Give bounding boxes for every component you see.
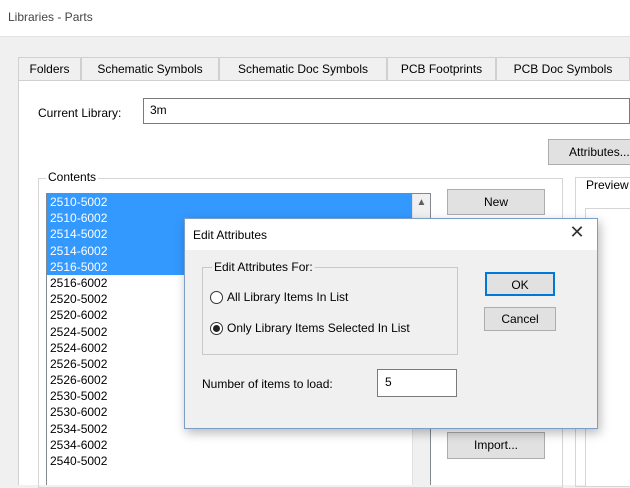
ok-button[interactable]: OK — [485, 272, 555, 296]
tab-schematic-doc-symbols[interactable]: Schematic Doc Symbols — [219, 57, 387, 81]
current-library-field[interactable]: 3m — [143, 98, 630, 124]
window-title: Libraries - Parts — [8, 10, 93, 24]
radio-all-items-label: All Library Items In List — [227, 290, 349, 304]
tab-schematic-symbols[interactable]: Schematic Symbols — [81, 57, 219, 81]
tab-pcb-footprints[interactable]: PCB Footprints — [387, 57, 496, 81]
radio-checked-icon[interactable] — [210, 322, 223, 335]
edit-attributes-for-group — [202, 267, 458, 355]
cancel-button[interactable]: Cancel — [484, 307, 556, 331]
close-icon[interactable]: ✕ — [567, 222, 587, 243]
items-to-load-label: Number of items to load: — [202, 377, 333, 391]
tab-pcb-doc-symbols[interactable]: PCB Doc Symbols — [496, 57, 630, 81]
radio-unchecked-icon[interactable] — [210, 291, 223, 304]
attributes-button[interactable]: Attributes... — [548, 139, 630, 165]
list-item[interactable]: 2534-6002 — [47, 437, 430, 453]
contents-label: Contents — [46, 170, 99, 184]
dialog-title: Edit Attributes — [193, 228, 268, 242]
scroll-up-icon[interactable]: ▲ — [413, 194, 430, 211]
list-item[interactable]: 2540-5002 — [47, 453, 430, 469]
dialog-titlebar: Edit Attributes ✕ — [185, 219, 597, 250]
radio-selected-items-label: Only Library Items Selected In List — [227, 321, 410, 335]
radio-selected-items[interactable]: Only Library Items Selected In List — [210, 319, 410, 337]
items-to-load-field[interactable]: 5 — [377, 369, 457, 397]
new-button[interactable]: New — [447, 189, 545, 215]
tab-folders[interactable]: Folders — [18, 57, 81, 81]
current-library-label: Current Library: — [38, 106, 122, 120]
window-titlebar: Libraries - Parts — [0, 0, 630, 37]
import-button[interactable]: Import... — [447, 432, 545, 459]
edit-attributes-dialog: Edit Attributes ✕ Edit Attributes For: A… — [184, 218, 598, 429]
radio-all-items[interactable]: All Library Items In List — [210, 288, 348, 306]
preview-label: Preview — [584, 178, 630, 192]
list-item[interactable]: 2510-5002 — [47, 194, 430, 211]
edit-attributes-for-label: Edit Attributes For: — [212, 260, 315, 274]
